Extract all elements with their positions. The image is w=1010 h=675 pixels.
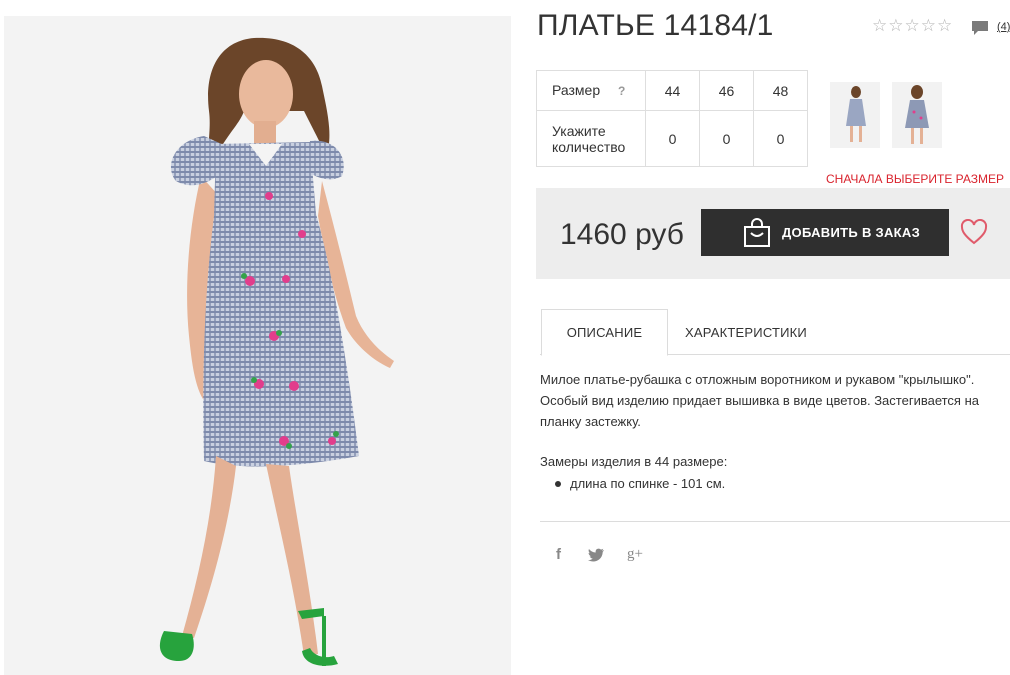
heart-icon[interactable] bbox=[960, 219, 988, 245]
star-outline-icon[interactable]: ☆ bbox=[872, 17, 887, 35]
star-outline-icon[interactable]: ☆ bbox=[921, 17, 936, 35]
thumbnail-back-view[interactable] bbox=[830, 82, 880, 148]
product-description: Милое платье-рубашка с отложным воротник… bbox=[540, 372, 979, 429]
size-help-icon[interactable]: ? bbox=[618, 84, 625, 98]
size-option-46[interactable]: 46 bbox=[699, 70, 754, 111]
add-to-order-label: ДОБАВИТЬ В ЗАКАЗ bbox=[782, 225, 921, 240]
size-label-cell: Размер ? bbox=[536, 70, 646, 111]
size-option-48[interactable]: 48 bbox=[753, 70, 808, 111]
bullet-icon bbox=[555, 480, 561, 487]
quantity-label: Укажите количество bbox=[536, 110, 646, 167]
quantity-46[interactable]: 0 bbox=[699, 110, 754, 167]
product-price: 1460 руб bbox=[560, 218, 684, 251]
rating-stars[interactable]: ☆ ☆ ☆ ☆ ☆ bbox=[872, 17, 952, 35]
size-label: Размер bbox=[552, 82, 601, 98]
price-bar: 1460 руб ДОБАВИТЬ В ЗАКАЗ bbox=[536, 188, 1010, 279]
review-count-link[interactable]: (4) bbox=[997, 21, 1010, 33]
list-item: длина по спинке - 101 см. bbox=[555, 476, 725, 491]
shopping-bag-icon bbox=[744, 217, 770, 247]
measurements-title: Замеры изделия в 44 размере: bbox=[540, 454, 728, 469]
size-table: Размер ? 44 46 48 Укажите количество 0 0… bbox=[536, 70, 808, 167]
star-outline-icon[interactable]: ☆ bbox=[937, 17, 952, 35]
google-plus-icon[interactable]: g+ bbox=[627, 546, 643, 563]
tab-description[interactable]: ОПИСАНИЕ bbox=[541, 309, 668, 356]
quantity-48[interactable]: 0 bbox=[753, 110, 808, 167]
size-option-44[interactable]: 44 bbox=[645, 70, 700, 111]
product-title: ПЛАТЬЕ 14184/1 bbox=[537, 9, 774, 42]
quantity-44[interactable]: 0 bbox=[645, 110, 700, 167]
add-to-order-button[interactable]: ДОБАВИТЬ В ЗАКАЗ bbox=[701, 209, 949, 256]
comment-icon[interactable] bbox=[971, 20, 989, 36]
product-main-photo[interactable] bbox=[4, 16, 511, 675]
thumbnail-front-view[interactable] bbox=[892, 82, 942, 148]
size-warning-text: СНАЧАЛА ВЫБЕРИТЕ РАЗМЕР bbox=[826, 172, 1005, 186]
product-tabs: ОПИСАНИЕ ХАРАКТЕРИСТИКИ bbox=[540, 309, 1010, 356]
measurement-text: длина по спинке - 101 см. bbox=[570, 476, 726, 491]
twitter-icon[interactable] bbox=[588, 548, 605, 562]
measurements-list: длина по спинке - 101 см. bbox=[555, 476, 725, 491]
tab-characteristics[interactable]: ХАРАКТЕРИСТИКИ bbox=[670, 309, 822, 355]
divider bbox=[540, 521, 1010, 522]
facebook-icon[interactable]: f bbox=[556, 546, 561, 563]
star-outline-icon[interactable]: ☆ bbox=[888, 17, 903, 35]
star-outline-icon[interactable]: ☆ bbox=[905, 17, 920, 35]
